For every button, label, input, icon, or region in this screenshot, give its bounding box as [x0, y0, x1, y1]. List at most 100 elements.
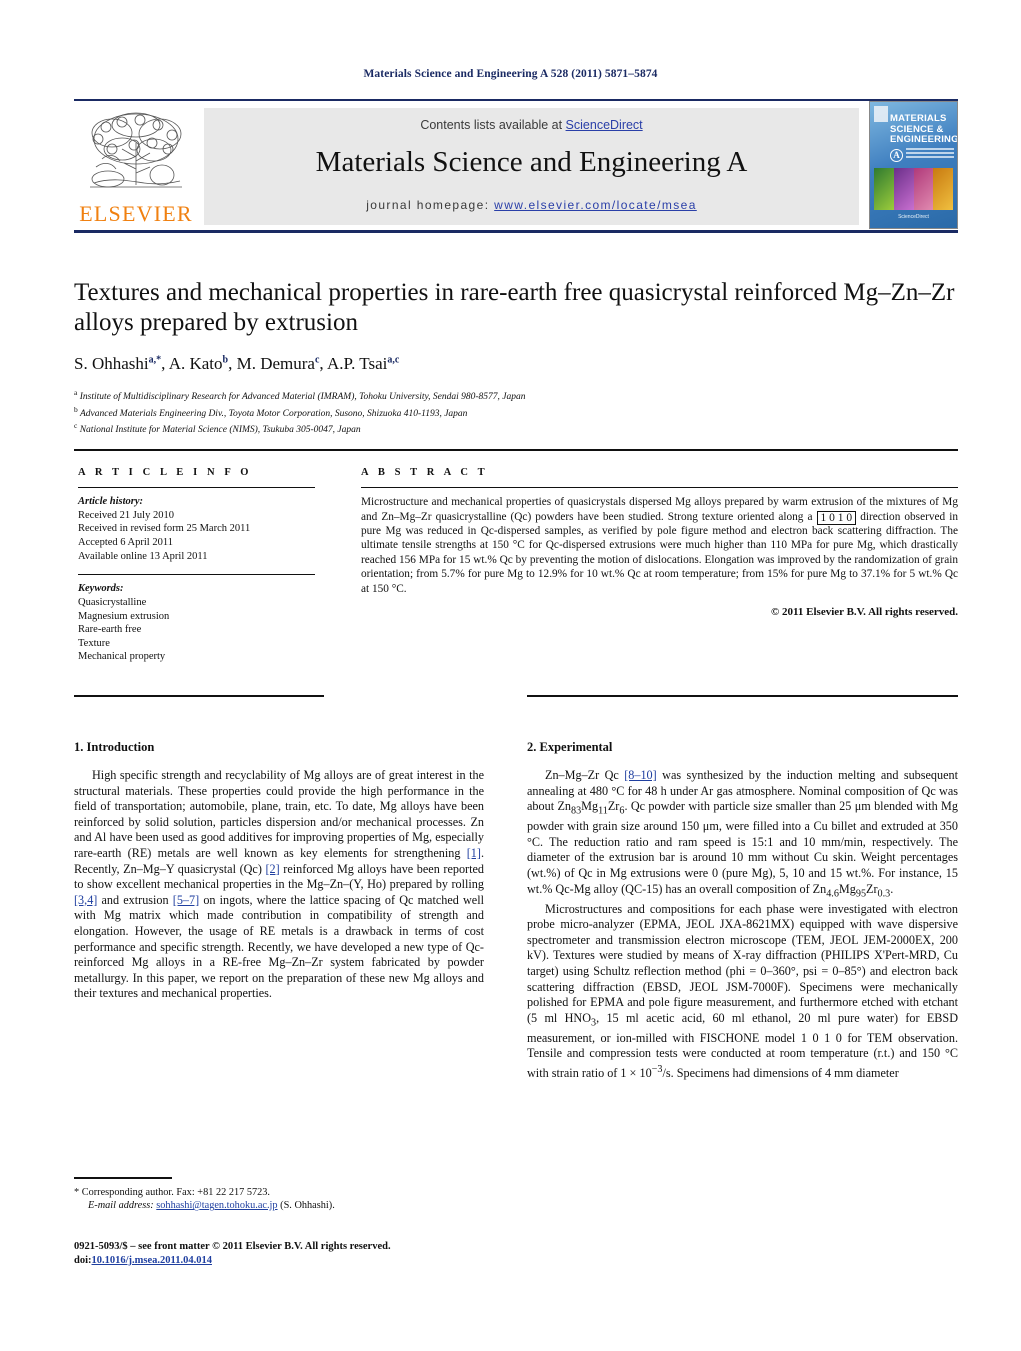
exp-text-e: . Qc powder with particle size smaller t… — [527, 799, 958, 896]
citation-2[interactable]: [2] — [266, 862, 280, 876]
homepage-prefix: journal homepage: — [366, 198, 490, 212]
mg2-subscript: 95 — [855, 888, 867, 900]
exp2-text-a: Microstructures and compositions for eac… — [527, 901, 958, 1025]
corresponding-author-note: * Corresponding author. Fax: +81 22 217 … — [74, 1187, 271, 1198]
keyword-1: Magnesium extrusion — [78, 610, 170, 622]
contents-prefix: Contents lists available at — [420, 118, 566, 132]
exp-text-g: Zr — [866, 881, 878, 896]
journal-cover-thumbnail[interactable]: MATERIALS SCIENCE & ENGINEERING A Scienc… — [869, 101, 958, 229]
exp-text-d: Zr — [607, 799, 620, 814]
left-column-top-rule — [74, 695, 324, 698]
keyword-2: Rare-earth free — [78, 624, 142, 636]
miller-post: 0 — [843, 511, 853, 524]
author-2-marks: c — [314, 354, 320, 366]
email-note: E-mail address: sohhashi@tagen.tohoku.ac… — [74, 1199, 494, 1212]
history-item-2: Accepted 6 April 2011 — [78, 536, 173, 548]
affiliation-a-mark: a — [74, 388, 78, 397]
cover-micrograph-strip — [874, 168, 953, 210]
imprint-block: 0921-5093/$ – see front matter © 2011 El… — [74, 1240, 554, 1268]
experimental-paragraph-1: Zn–Mg–Zr Qc [8–10] was synthesized by th… — [527, 768, 958, 902]
strain-exponent: −3 — [651, 1064, 663, 1075]
author-0[interactable]: S. Ohhashia,* — [74, 354, 161, 373]
article-info-panel: A R T I C L E I N F O Article history: R… — [78, 467, 323, 664]
citation-5-7[interactable]: [5–7] — [173, 893, 199, 907]
affiliation-list: a Institute of Multidisciplinary Researc… — [74, 387, 958, 437]
cover-micrograph-3 — [913, 168, 934, 210]
column-left: 1. Introduction High specific strength a… — [74, 740, 484, 1002]
heading-experimental: 2. Experimental — [527, 740, 613, 754]
affiliation-c-mark: c — [74, 421, 78, 431]
email-label: E-mail address: — [88, 1200, 154, 1212]
masthead-bottom-rule — [74, 230, 958, 233]
intro-text-e: on ingots, where the lattice spacing of … — [74, 892, 484, 1001]
doi-link[interactable]: 10.1016/j.msea.2011.04.014 — [92, 1255, 212, 1266]
keyword-4: Mechanical property — [78, 651, 166, 663]
keywords-divider-rule — [78, 574, 315, 576]
article-history: Article history: Received 21 July 2010 R… — [78, 495, 323, 563]
affiliation-a-text: Institute of Multidisciplinary Research … — [79, 392, 526, 403]
introduction-paragraph-1: High specific strength and recyclability… — [74, 768, 484, 1002]
exp2-text-c: /s. Specimens had dimensions of 4 mm dia… — [662, 1066, 899, 1081]
cover-title-line1: MATERIALS — [890, 113, 947, 124]
imprint-doi-line: doi:10.1016/j.msea.2011.04.014 — [74, 1254, 554, 1268]
article-info-rule — [78, 487, 315, 489]
author-list: S. Ohhashia,*, A. Katob, M. Demurac, A.P… — [74, 354, 400, 373]
exp-text-f: Mg — [838, 881, 856, 896]
footnote-rule — [74, 1177, 172, 1179]
exp-text-a: Zn–Mg–Zr Qc — [545, 768, 625, 782]
affiliation-c: c National Institute for Material Scienc… — [74, 420, 958, 437]
miller-pre: 1 0 — [820, 511, 838, 524]
abstract-copyright: © 2011 Elsevier B.V. All rights reserved… — [771, 606, 958, 619]
author-3-marks: a,c — [387, 354, 400, 366]
miller-index-notation: 1 0 1 0 — [816, 510, 857, 525]
title-block: Textures and mechanical properties in ra… — [74, 278, 958, 437]
journal-masthead: ELSEVIER Contents lists available at Sci… — [74, 99, 958, 233]
history-item-3: Available online 13 April 2011 — [78, 550, 208, 562]
elsevier-tree-icon — [90, 112, 182, 188]
sciencedirect-link[interactable]: ScienceDirect — [566, 118, 643, 132]
imprint-front-matter: 0921-5093/$ – see front matter © 2011 El… — [74, 1241, 391, 1252]
zn2-subscript: 4.6 — [826, 888, 839, 900]
intro-text-d: and extrusion — [97, 892, 173, 907]
journal-title: Materials Science and Engineering A — [315, 146, 748, 178]
affiliation-a: a Institute of Multidisciplinary Researc… — [74, 387, 958, 404]
doi-label: doi: — [74, 1255, 92, 1266]
keyword-3: Texture — [78, 637, 110, 649]
running-head: Materials Science and Engineering A 528 … — [363, 68, 658, 80]
heading-introduction: 1. Introduction — [74, 740, 155, 754]
author-3[interactable]: A.P. Tsaia,c — [327, 354, 399, 373]
author-2[interactable]: M. Demurac — [237, 354, 320, 373]
experimental-paragraph-2: Microstructures and compositions for eac… — [527, 902, 958, 1082]
citation-3-4[interactable]: [3,4] — [74, 893, 97, 907]
contents-available-line: Contents lists available at ScienceDirec… — [204, 118, 859, 132]
info-abstract-top-rule — [74, 449, 958, 451]
abstract-label: A B S T R A C T — [361, 467, 489, 478]
journal-article-page: Materials Science and Engineering A 528 … — [0, 0, 1021, 1351]
elsevier-logo: ELSEVIER — [76, 107, 196, 227]
citation-1[interactable]: [1] — [467, 846, 481, 860]
abstract-part-2: direction observed in pure Mg was reduce… — [361, 510, 958, 595]
affiliation-c-text: National Institute for Material Science … — [79, 425, 361, 436]
author-1[interactable]: A. Katob — [169, 354, 228, 373]
journal-homepage-link[interactable]: www.elsevier.com/locate/msea — [494, 198, 697, 212]
author-0-marks: a,* — [148, 354, 162, 366]
abstract-text: Microstructure and mechanical properties… — [361, 495, 958, 596]
masthead-top-rule — [74, 99, 958, 101]
citation-8-10[interactable]: [8–10] — [624, 768, 657, 782]
exp-text-c: Mg — [581, 799, 599, 814]
abstract-rule — [361, 487, 958, 489]
affiliation-b-text: Advanced Materials Engineering Div., Toy… — [79, 408, 468, 419]
right-column-top-rule — [527, 695, 958, 698]
mg-subscript: 11 — [598, 805, 608, 817]
footnote-block: * Corresponding author. Fax: +81 22 217 … — [74, 1186, 494, 1212]
article-history-label: Article history: — [78, 496, 144, 508]
cover-micrograph-2 — [893, 168, 914, 210]
cover-title: MATERIALS SCIENCE & ENGINEERING — [890, 113, 957, 146]
article-title: Textures and mechanical properties in ra… — [74, 279, 955, 336]
email-suffix: (S. Ohhashi). — [280, 1200, 335, 1212]
email-link[interactable]: sohhashi@tagen.tohoku.ac.jp — [156, 1200, 277, 1211]
masthead-banner: Contents lists available at ScienceDirec… — [204, 108, 859, 225]
cover-subtitle-lines — [906, 148, 954, 162]
keywords-block: Keywords: Quasicrystalline Magnesium ext… — [78, 582, 323, 664]
cover-micrograph-1 — [874, 168, 894, 210]
